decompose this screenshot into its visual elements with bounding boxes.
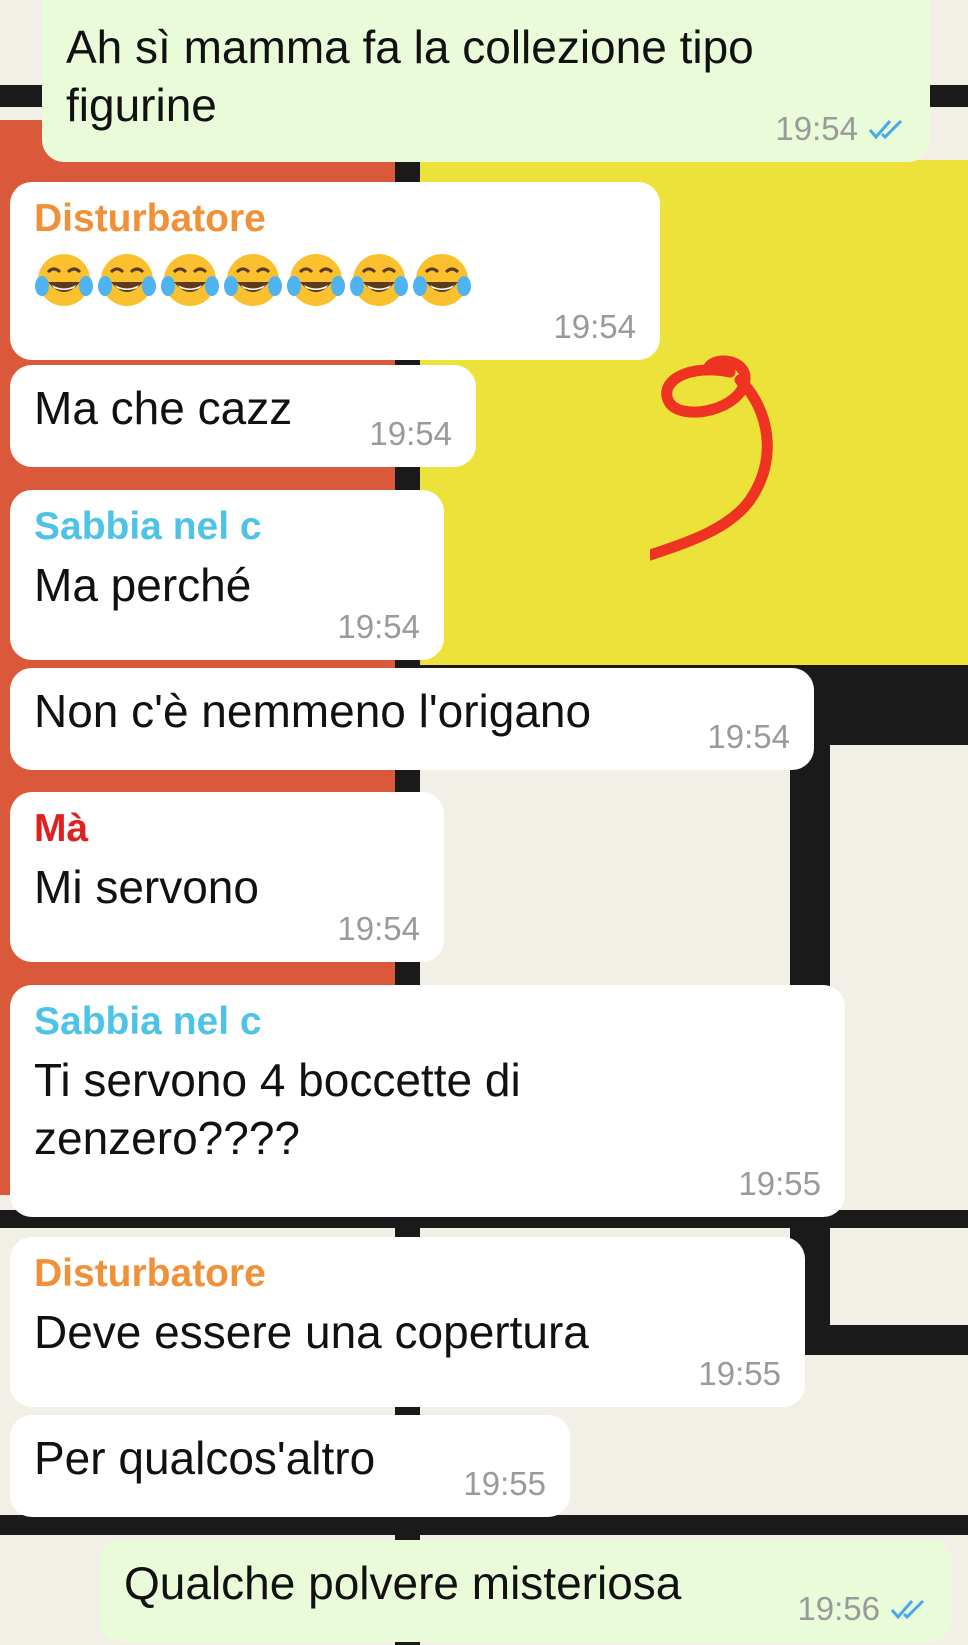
message-bubble-incoming[interactable]: Per qualcos'altro 19:55 xyxy=(10,1415,570,1517)
tears-of-joy-emoji-icon xyxy=(350,254,408,306)
message-bubble-outgoing[interactable]: Ah sì mamma fa la collezione tipo figuri… xyxy=(42,0,930,162)
tears-of-joy-emoji-icon xyxy=(98,254,156,306)
message-bubble-incoming[interactable]: Mà Mi servono 19:54 xyxy=(10,792,444,962)
message-bubble-incoming[interactable]: Ma che cazz 19:54 xyxy=(10,365,476,467)
message-bubble-incoming[interactable]: Non c'è nemmeno l'origano 19:54 xyxy=(10,668,814,770)
message-meta: 19:55 xyxy=(698,1355,781,1393)
tears-of-joy-emoji-icon xyxy=(287,254,345,306)
sender-name: Sabbia nel c xyxy=(34,505,262,548)
message-text: Mi servono xyxy=(34,861,259,913)
message-time: 19:54 xyxy=(775,110,858,147)
message-meta: 19:54 xyxy=(707,718,790,756)
tears-of-joy-emoji-icon xyxy=(35,254,93,306)
message-text: Ma perché xyxy=(34,559,252,611)
message-meta: 19:54 xyxy=(337,910,420,948)
message-bubble-incoming[interactable]: Sabbia nel c Ti servono 4 boccette di ze… xyxy=(10,985,845,1217)
sender-name: Disturbatore xyxy=(34,1252,266,1295)
message-meta: 19:56 xyxy=(797,1590,928,1628)
message-time: 19:55 xyxy=(738,1165,821,1202)
message-text: Ti servono 4 boccette di zenzero???? xyxy=(34,1054,521,1164)
message-meta: 19:54 xyxy=(337,608,420,646)
message-time: 19:55 xyxy=(698,1355,781,1392)
message-text: Non c'è nemmeno l'origano xyxy=(34,685,592,737)
message-time: 19:54 xyxy=(707,718,790,755)
tears-of-joy-emoji-icon xyxy=(224,254,282,306)
message-bubble-outgoing[interactable]: Qualche polvere misteriosa 19:56 xyxy=(100,1540,952,1642)
emoji-row xyxy=(34,250,636,310)
9-shaped-scribble-icon xyxy=(650,355,773,561)
message-meta: 19:54 xyxy=(553,308,636,346)
double-check-icon xyxy=(890,1599,925,1620)
message-time: 19:54 xyxy=(337,608,420,645)
double-check-icon xyxy=(868,119,903,140)
message-bubble-incoming[interactable]: Sabbia nel c Ma perché 19:54 xyxy=(10,490,444,660)
sender-name: Disturbatore xyxy=(34,197,266,240)
sender-name: Mà xyxy=(34,807,89,850)
message-meta: 19:55 xyxy=(463,1465,546,1503)
message-time: 19:54 xyxy=(337,910,420,947)
message-time: 19:54 xyxy=(369,415,452,452)
message-time: 19:56 xyxy=(797,1590,880,1627)
message-bubble-incoming[interactable]: Disturbatore 19:54 xyxy=(10,182,660,360)
tears-of-joy-emoji-icon xyxy=(413,254,471,306)
message-meta: 19:54 xyxy=(775,110,906,148)
wallpaper-black-bar xyxy=(0,1515,968,1535)
wallpaper-black-bar xyxy=(790,1325,968,1355)
sender-name: Sabbia nel c xyxy=(34,1000,262,1043)
tears-of-joy-emoji-icon xyxy=(161,254,219,306)
message-meta: 19:54 xyxy=(369,415,452,453)
message-meta: 19:55 xyxy=(738,1165,821,1203)
message-time: 19:55 xyxy=(463,1465,546,1502)
message-text: Deve essere una copertura xyxy=(34,1306,589,1358)
message-time: 19:54 xyxy=(553,308,636,345)
message-bubble-incoming[interactable]: Disturbatore Deve essere una copertura 1… xyxy=(10,1237,805,1407)
